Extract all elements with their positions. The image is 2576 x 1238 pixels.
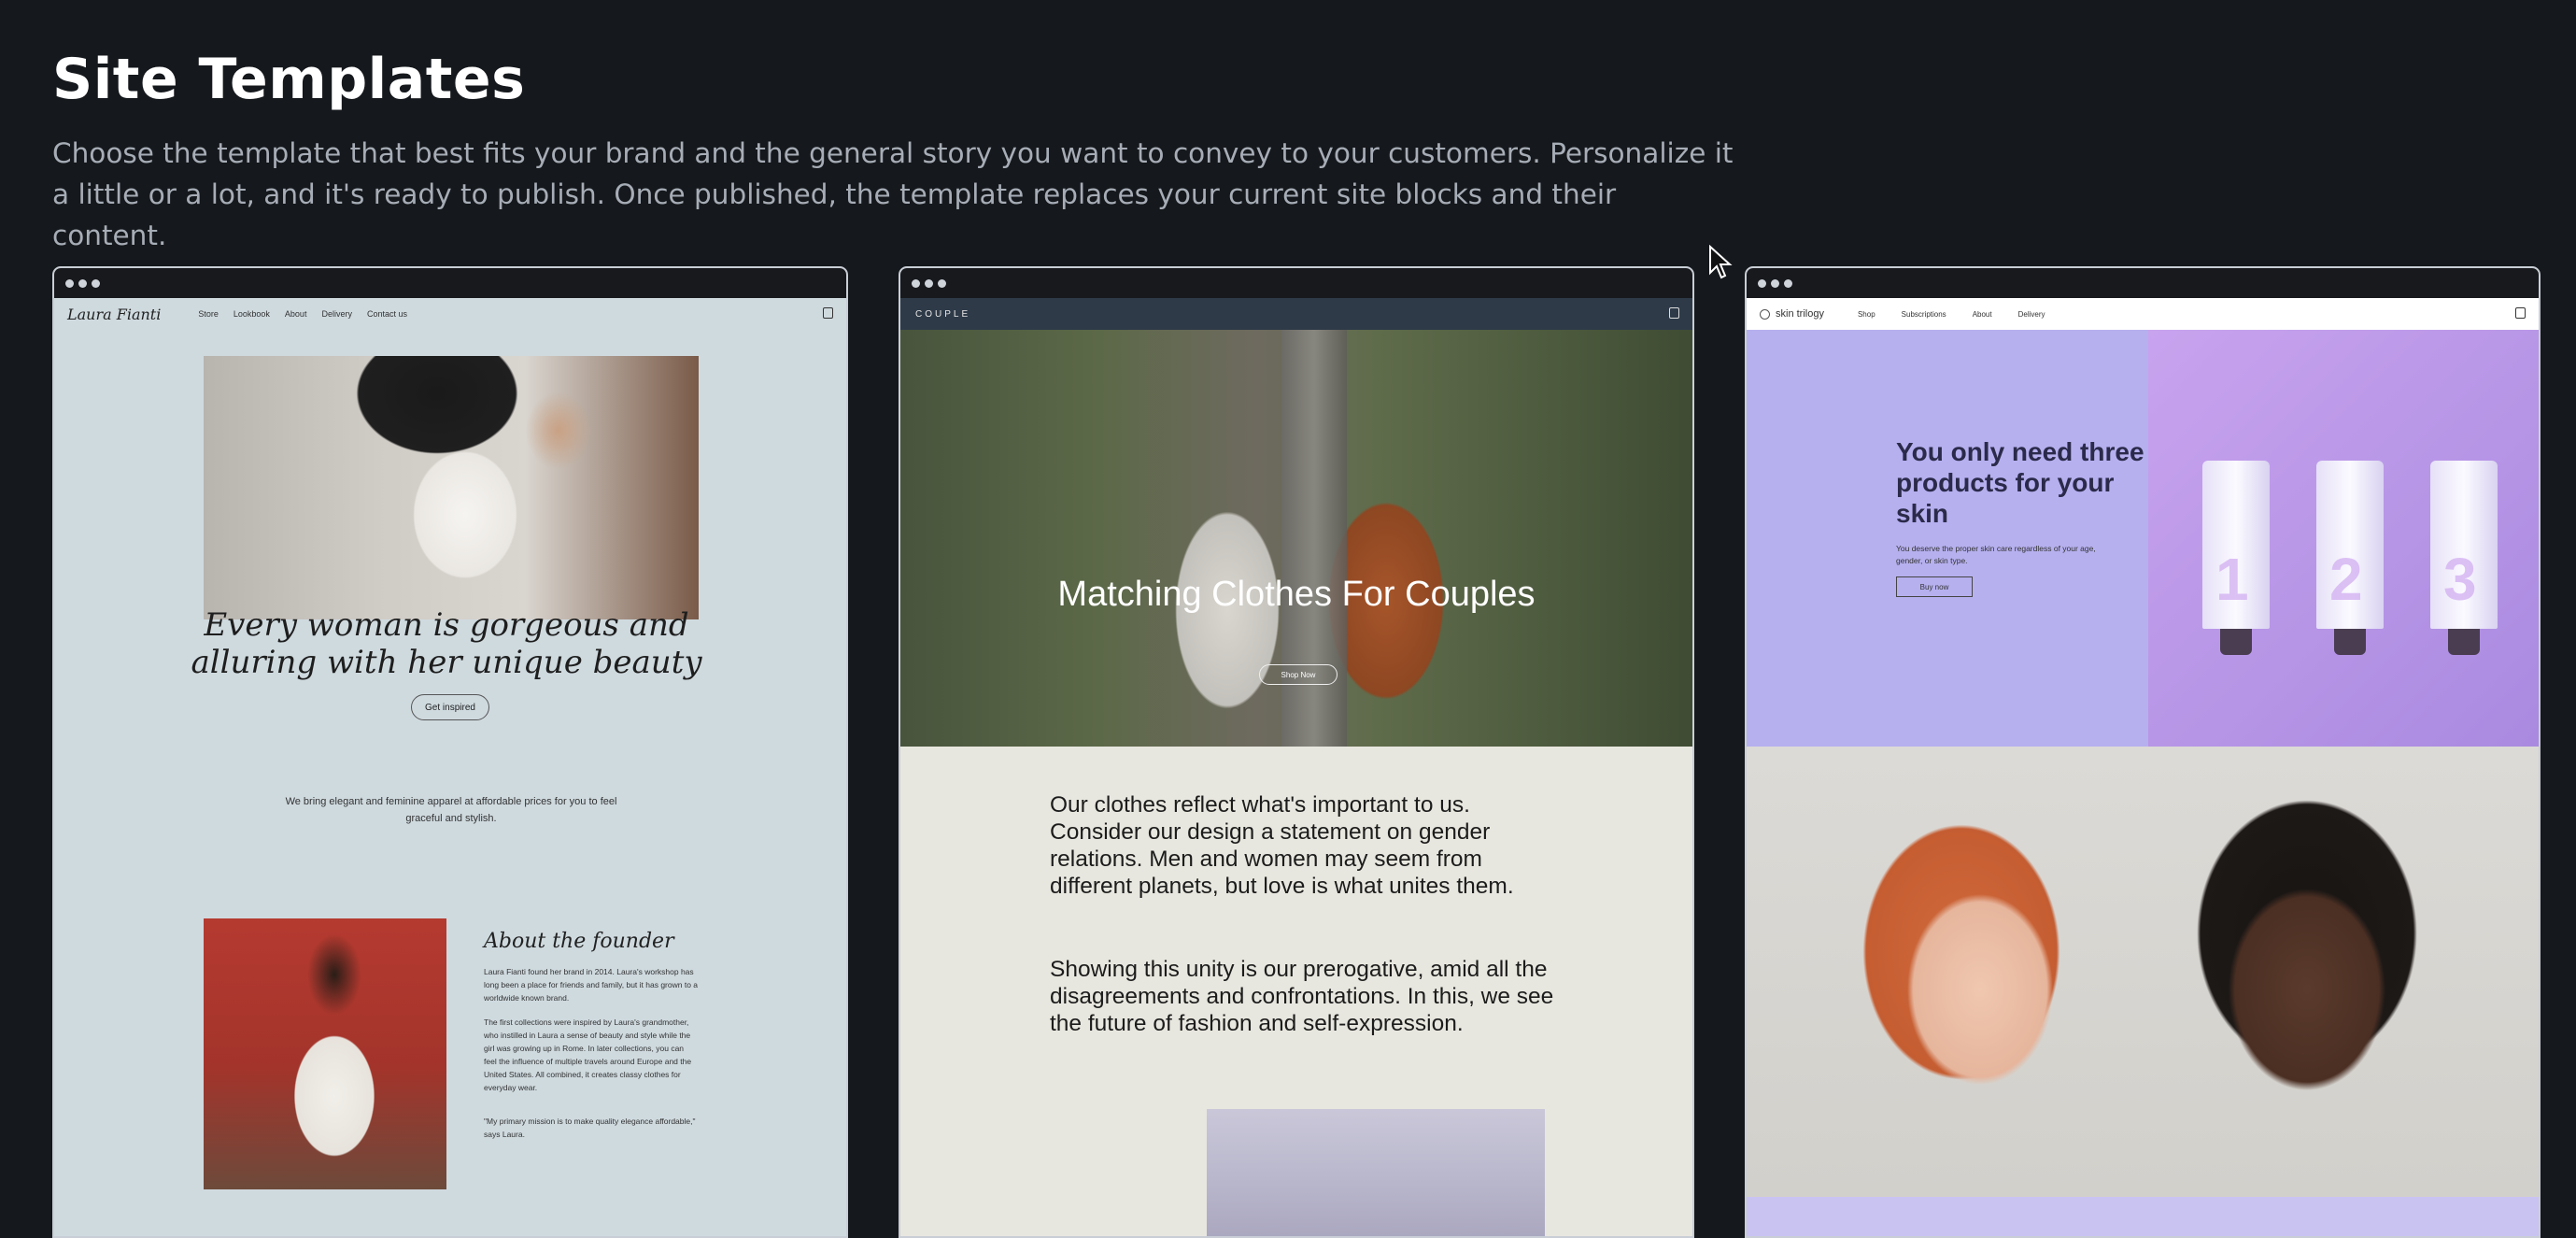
hero-title: You only need three products for your sk… — [1896, 437, 2144, 528]
founder-photo — [204, 918, 446, 1189]
founder-title: About the founder — [484, 930, 674, 953]
buy-now-button: Buy now — [1896, 576, 1973, 597]
nav-link: Subscriptions — [1901, 309, 1946, 319]
shopping-bag-icon — [1669, 307, 1679, 319]
nav-link: About — [1972, 309, 1992, 319]
shopping-bag-icon — [2515, 307, 2526, 319]
window-dot — [65, 279, 74, 288]
hero-title: Every woman is gorgeous and alluring wit… — [191, 606, 702, 681]
tagline: We bring elegant and feminine apparel at… — [285, 796, 617, 824]
brand-name: skin trilogy — [1776, 308, 1824, 320]
founder-paragraph: "My primary mission is to make quality e… — [484, 1117, 696, 1139]
window-dot — [92, 279, 100, 288]
nav-link: Store — [198, 309, 219, 319]
brand-logo: skin trilogy — [1760, 308, 1824, 320]
brand-logo: COUPLE — [915, 308, 971, 320]
body-paragraph: Showing this unity is our prerogative, a… — [1050, 957, 1554, 1036]
hero-photo — [204, 356, 699, 619]
nav-link: Delivery — [321, 309, 352, 319]
nav-link: Contact us — [366, 309, 407, 319]
window-dot — [1758, 279, 1766, 288]
window-dot — [1784, 279, 1792, 288]
tube-cap — [2334, 629, 2366, 655]
brand-logo: Laura Fianti — [67, 305, 162, 323]
window-dot — [78, 279, 87, 288]
hero-title: Matching Clothes For Couples — [1057, 575, 1536, 614]
template-card-couple[interactable]: COUPLE Matching Clothes For Couples Shop… — [899, 266, 1694, 1238]
tube-cap — [2448, 629, 2480, 655]
body-paragraph: Our clothes reflect what's important to … — [1050, 792, 1514, 899]
nav-link: Delivery — [2017, 309, 2045, 319]
tube-number: 1 — [2215, 546, 2249, 613]
founder-paragraph: Laura Fianti found her brand in 2014. La… — [484, 967, 699, 1003]
browser-chrome — [54, 268, 846, 299]
shop-now-button: Shop Now — [1259, 664, 1338, 685]
window-dot — [1771, 279, 1779, 288]
template-preview: COUPLE Matching Clothes For Couples Shop… — [900, 298, 1692, 1236]
shopping-bag-icon — [823, 307, 833, 319]
product-photo: 1 2 3 — [2148, 330, 2539, 747]
portrait-photo — [1747, 747, 2539, 1197]
template-preview: skin trilogy Shop Subscriptions About De… — [1747, 298, 2539, 1236]
nav-link: About — [284, 309, 307, 319]
window-dot — [912, 279, 920, 288]
template-card-skin-trilogy[interactable]: skin trilogy Shop Subscriptions About De… — [1745, 266, 2541, 1238]
tube-number: 2 — [2329, 546, 2363, 613]
nav-link: Lookbook — [233, 309, 270, 319]
page-description: Choose the template that best fits your … — [52, 137, 1734, 251]
logo-mark-icon — [1760, 308, 1770, 320]
window-dot — [938, 279, 946, 288]
landscape-photo — [1207, 1109, 1545, 1236]
hero-subtitle: You deserve the proper skin care regardl… — [1896, 544, 2096, 565]
hero-panel — [1747, 330, 2148, 747]
template-card-laura-fianti[interactable]: Laura Fianti Store Lookbook About Delive… — [52, 266, 848, 1238]
preview-nav: skin trilogy Shop Subscriptions About De… — [1747, 298, 2539, 330]
founder-paragraph: The first collections were inspired by L… — [484, 1017, 692, 1092]
page-title: Site Templates — [52, 47, 526, 112]
preview-nav: Laura Fianti Store Lookbook About Delive… — [54, 298, 846, 330]
tube-cap — [2220, 629, 2252, 655]
browser-chrome — [1747, 268, 2539, 299]
footer-strip — [1747, 1197, 2539, 1236]
browser-chrome — [900, 268, 1692, 299]
window-dot — [925, 279, 933, 288]
arrow-cursor-icon — [1709, 245, 1733, 279]
nav-link: Shop — [1857, 309, 1875, 319]
preview-nav: COUPLE — [900, 298, 1692, 330]
get-inspired-button: Get inspired — [411, 694, 489, 720]
template-preview: Laura Fianti Store Lookbook About Delive… — [54, 298, 846, 1236]
tube-number: 3 — [2443, 546, 2477, 613]
